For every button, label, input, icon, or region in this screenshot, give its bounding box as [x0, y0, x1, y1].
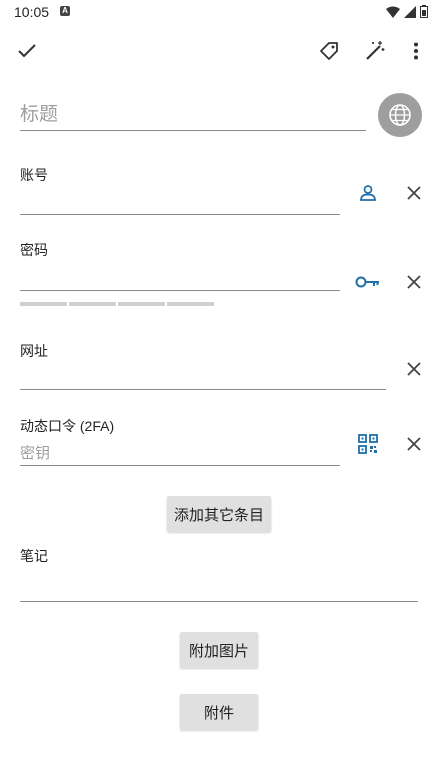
- strength-segment: [167, 302, 214, 306]
- attach-file-button[interactable]: 附件: [180, 694, 258, 730]
- otp-label: 动态口令 (2FA): [20, 418, 115, 434]
- password-input[interactable]: [20, 264, 340, 288]
- wifi-icon: [386, 6, 400, 18]
- url-label: 网址: [20, 343, 48, 359]
- title-input[interactable]: [20, 100, 366, 131]
- notes-input[interactable]: [20, 570, 418, 598]
- password-label: 密码: [20, 242, 48, 258]
- attach-image-button[interactable]: 附加图片: [180, 632, 258, 668]
- scan-qr-button[interactable]: [352, 428, 384, 460]
- signal-icon: [404, 5, 416, 18]
- person-icon: [360, 185, 376, 201]
- strength-segment: [118, 302, 165, 306]
- strength-segment: [20, 302, 67, 306]
- remove-account-button[interactable]: [398, 177, 430, 209]
- magic-wand-icon: [366, 41, 385, 60]
- key-icon: [355, 276, 379, 288]
- password-strength-meter: [20, 302, 214, 306]
- url-underline: [20, 389, 386, 390]
- status-time: 10:05: [14, 4, 50, 20]
- generate-button[interactable]: [359, 35, 391, 67]
- notes-underline: [20, 601, 418, 602]
- tag-icon: [320, 42, 338, 60]
- close-icon: [407, 437, 421, 451]
- strength-segment: [69, 302, 116, 306]
- remove-url-button[interactable]: [398, 353, 430, 385]
- account-underline: [20, 214, 340, 215]
- remove-password-button[interactable]: [398, 266, 430, 298]
- checkmark-icon: [18, 44, 36, 58]
- otp-underline: [20, 465, 340, 466]
- qr-code-icon: [358, 434, 378, 454]
- battery-icon: [420, 5, 428, 18]
- account-label: 账号: [20, 167, 48, 183]
- more-options-button[interactable]: [400, 35, 432, 67]
- close-icon: [407, 186, 421, 200]
- account-input[interactable]: [20, 188, 340, 212]
- notes-label: 笔记: [20, 548, 48, 564]
- url-input[interactable]: [20, 363, 386, 387]
- globe-icon: [389, 104, 411, 126]
- close-icon: [407, 275, 421, 289]
- add-field-button[interactable]: 添加其它条目: [167, 496, 271, 532]
- save-button[interactable]: [11, 35, 43, 67]
- remove-otp-button[interactable]: [398, 428, 430, 460]
- otp-secret-input[interactable]: [20, 441, 340, 465]
- icon-picker-button[interactable]: [378, 93, 422, 137]
- account-picker-button[interactable]: [352, 177, 384, 209]
- tag-button[interactable]: [313, 35, 345, 67]
- password-underline: [20, 290, 340, 291]
- close-icon: [407, 362, 421, 376]
- status-indicators: [386, 5, 428, 18]
- password-generator-button[interactable]: [352, 266, 384, 298]
- notification-icon: A: [60, 6, 70, 16]
- more-vert-icon: [414, 42, 418, 60]
